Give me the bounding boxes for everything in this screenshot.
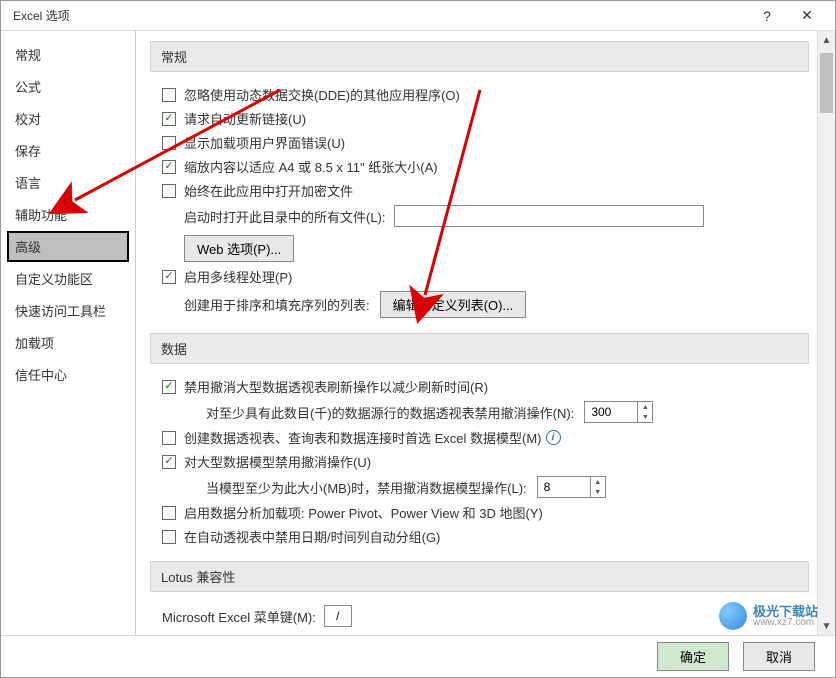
sidebar-item-general[interactable]: 常规 (7, 39, 129, 70)
help-button[interactable]: ? (747, 8, 787, 24)
label-large-model: 对大型数据模型禁用撤消操作(U) (184, 452, 371, 471)
spin-down-icon[interactable]: ▼ (638, 412, 652, 422)
spinner-pivot-rows[interactable]: ▲▼ (584, 401, 653, 423)
sidebar-item-customize-ribbon[interactable]: 自定义功能区 (7, 263, 129, 294)
input-pivot-rows[interactable] (585, 403, 637, 421)
label-analysis-addins: 启用数据分析加载项: Power Pivot、Power View 和 3D 地… (184, 503, 543, 522)
label-model-mb: 当模型至少为此大小(MB)时，禁用撤消数据模型操作(L): (206, 478, 527, 497)
checkbox-addin-errors[interactable] (162, 136, 176, 150)
checkbox-multithread[interactable] (162, 270, 176, 284)
label-scale-a4: 缩放内容以适应 A4 或 8.5 x 11" 纸张大小(A) (184, 157, 438, 176)
vertical-scrollbar[interactable]: ▲ ▼ (817, 31, 835, 635)
checkbox-analysis-addins[interactable] (162, 506, 176, 520)
sidebar-item-language[interactable]: 语言 (7, 167, 129, 198)
section-header-general: 常规 (150, 41, 809, 72)
sidebar-item-accessibility[interactable]: 辅助功能 (7, 199, 129, 230)
ok-button[interactable]: 确定 (657, 642, 729, 671)
label-menu-key: Microsoft Excel 菜单键(M): (162, 607, 316, 626)
close-button[interactable]: ✕ (787, 7, 827, 24)
spinner-model-mb[interactable]: ▲▼ (537, 476, 606, 498)
dialog-footer: 确定 取消 (1, 635, 835, 677)
checkbox-scale-a4[interactable] (162, 160, 176, 174)
sidebar-item-qat[interactable]: 快速访问工具栏 (7, 295, 129, 326)
sidebar-item-formulas[interactable]: 公式 (7, 71, 129, 102)
window-title: Excel 选项 (9, 7, 747, 24)
cancel-button[interactable]: 取消 (743, 642, 815, 671)
content-panel: 常规 忽略使用动态数据交换(DDE)的其他应用程序(O) 请求自动更新链接(U)… (136, 31, 817, 635)
checkbox-disable-date-group[interactable] (162, 530, 176, 544)
section-header-lotus: Lotus 兼容性 (150, 561, 809, 592)
checkbox-auto-update-links[interactable] (162, 112, 176, 126)
checkbox-prefer-edm[interactable] (162, 431, 176, 445)
spin-down-icon[interactable]: ▼ (591, 487, 605, 497)
sidebar-item-advanced[interactable]: 高级 (7, 231, 129, 262)
label-addin-errors: 显示加载项用户界面错误(U) (184, 133, 345, 152)
label-custom-lists: 创建用于排序和填充序列的列表: (184, 295, 370, 314)
info-icon[interactable]: i (546, 430, 561, 445)
sidebar-item-addins[interactable]: 加载项 (7, 327, 129, 358)
label-encrypted: 始终在此应用中打开加密文件 (184, 181, 353, 200)
label-startup-dir: 启动时打开此目录中的所有文件(L): (184, 207, 386, 226)
section-header-data: 数据 (150, 333, 809, 364)
watermark-name: 极光下载站 (753, 605, 818, 618)
scroll-up-icon[interactable]: ▲ (818, 31, 835, 49)
spin-up-icon[interactable]: ▲ (638, 402, 652, 412)
label-dde: 忽略使用动态数据交换(DDE)的其他应用程序(O) (184, 85, 460, 104)
sidebar-item-proofing[interactable]: 校对 (7, 103, 129, 134)
label-disable-date-group: 在自动透视表中禁用日期/时间列自动分组(G) (184, 527, 440, 546)
checkbox-dde[interactable] (162, 88, 176, 102)
scroll-thumb[interactable] (820, 53, 833, 113)
label-multithread: 启用多线程处理(P) (184, 267, 292, 286)
web-options-button[interactable]: Web 选项(P)... (184, 235, 294, 262)
sidebar: 常规 公式 校对 保存 语言 辅助功能 高级 自定义功能区 快速访问工具栏 加载… (1, 31, 136, 635)
label-auto-update-links: 请求自动更新链接(U) (184, 109, 306, 128)
sidebar-item-save[interactable]: 保存 (7, 135, 129, 166)
input-model-mb[interactable] (538, 478, 590, 496)
edit-custom-lists-button[interactable]: 编辑自定义列表(O)... (380, 291, 527, 318)
spin-up-icon[interactable]: ▲ (591, 477, 605, 487)
input-menu-key[interactable] (324, 605, 352, 627)
sidebar-item-trust-center[interactable]: 信任中心 (7, 359, 129, 390)
scroll-down-icon[interactable]: ▼ (818, 617, 835, 635)
input-startup-dir[interactable] (394, 205, 704, 227)
watermark: 极光下载站 www.xz7.com (719, 602, 818, 630)
checkbox-pivot-undo[interactable] (162, 380, 176, 394)
checkbox-encrypted[interactable] (162, 184, 176, 198)
checkbox-large-model[interactable] (162, 455, 176, 469)
watermark-logo-icon (719, 602, 747, 630)
titlebar: Excel 选项 ? ✕ (1, 1, 835, 31)
label-pivot-rows: 对至少具有此数目(千)的数据源行的数据透视表禁用撤消操作(N): (206, 403, 574, 422)
label-prefer-edm: 创建数据透视表、查询表和数据连接时首选 Excel 数据模型(M) (184, 428, 542, 447)
label-pivot-undo: 禁用撤消大型数据透视表刷新操作以减少刷新时间(R) (184, 377, 488, 396)
watermark-url: www.xz7.com (753, 618, 818, 628)
